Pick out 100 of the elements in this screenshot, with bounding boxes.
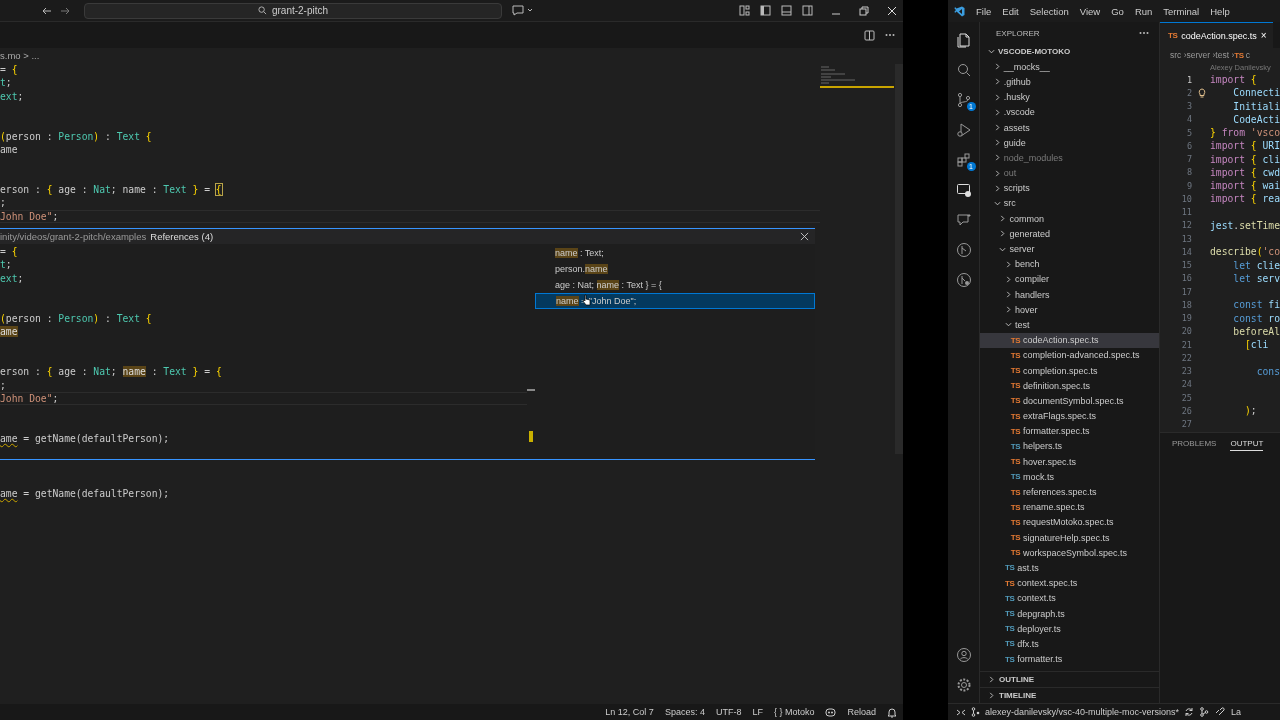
menu-item[interactable]: File <box>976 5 992 17</box>
explorer-folder[interactable]: bench <box>980 256 1159 272</box>
search-icon[interactable] <box>955 62 972 78</box>
explorer-source[interactable]: TS codeAction.spec.ts <box>980 332 1159 348</box>
layout-icon[interactable] <box>739 5 750 16</box>
explorer-folder[interactable]: generated <box>980 226 1159 242</box>
explorer-source[interactable]: TS definition.spec.ts <box>980 378 1159 394</box>
panel-tab[interactable]: OUTPUT <box>1230 439 1264 451</box>
explorer-source[interactable]: TS references.spec.ts <box>980 484 1159 500</box>
branch-history-icon[interactable] <box>955 272 972 288</box>
explorer-source[interactable]: TS mock.ts <box>980 469 1159 485</box>
status-item[interactable]: { } Motoko <box>773 707 815 717</box>
restore-icon[interactable] <box>859 5 869 16</box>
explorer-source[interactable]: TS rename.spec.ts <box>980 499 1159 515</box>
breadcrumb[interactable]: src ›server ›test ›TS c <box>1160 48 1280 62</box>
explorer-source[interactable]: TS helpers.ts <box>980 438 1159 455</box>
explorer-source[interactable]: TS depgraph.ts <box>980 605 1159 622</box>
more-icon[interactable] <box>1139 31 1149 35</box>
sync-icon[interactable] <box>1184 707 1195 717</box>
menu-item[interactable]: Run <box>1134 5 1153 17</box>
run-debug-icon[interactable] <box>955 122 972 138</box>
explorer-folder[interactable]: assets <box>980 119 1159 136</box>
explorer-folder[interactable]: node_modules <box>980 150 1159 166</box>
explorer-folder[interactable]: VSCODE-MOTOKO <box>980 44 1159 60</box>
menu-item[interactable]: Help <box>1210 5 1230 17</box>
explorer-source[interactable]: TS completion.spec.ts <box>980 362 1159 379</box>
branch-icon[interactable] <box>971 707 980 717</box>
split-editor-icon[interactable] <box>864 29 875 41</box>
breadcrumb[interactable]: s.mo > ... <box>0 48 820 63</box>
explorer-source[interactable]: TS dfx.ts <box>980 636 1159 652</box>
explorer-folder[interactable]: guide <box>980 135 1159 151</box>
remote-icon[interactable] <box>956 707 966 717</box>
extensions-icon[interactable] <box>955 152 972 168</box>
explorer-source[interactable]: TS context.spec.ts <box>980 575 1159 591</box>
menu-item[interactable]: Edit <box>1002 5 1019 17</box>
status-item[interactable]: Spaces: 4 <box>664 707 705 717</box>
search-field[interactable]: grant-2-pitch <box>84 2 502 19</box>
menu-item[interactable]: View <box>1079 5 1101 17</box>
panel-toggle-icon[interactable] <box>781 5 792 16</box>
source-control-icon[interactable] <box>955 92 972 108</box>
explorer-folder[interactable]: __mocks__ <box>980 59 1159 75</box>
reference-item[interactable]: person.name <box>535 261 815 278</box>
close-icon[interactable] <box>887 5 897 16</box>
sidebar-toggle-icon[interactable] <box>760 5 771 16</box>
explorer-source[interactable]: TS workspaceSymbol.spec.ts <box>980 545 1159 561</box>
explorer-source[interactable]: TS context.ts <box>980 590 1159 606</box>
files-icon[interactable] <box>955 32 972 48</box>
explorer-folder[interactable]: hover <box>980 302 1159 318</box>
explorer-folder[interactable]: test <box>980 317 1159 333</box>
remote-explorer-icon[interactable] <box>955 182 972 198</box>
reference-item[interactable]: age : Nat; name : Text } = { <box>535 277 815 294</box>
chat-icon[interactable] <box>955 212 972 228</box>
split-toggle-icon[interactable] <box>802 5 813 16</box>
explorer-folder[interactable]: handlers <box>980 287 1159 303</box>
branch-name[interactable]: alexey-danilevsky/vsc-40-multiple-moc-versions* <box>985 707 1180 717</box>
forward-arrow-icon[interactable] <box>60 5 70 16</box>
explorer-folder[interactable]: compiler <box>980 271 1159 287</box>
git-graph-icon[interactable] <box>955 242 972 258</box>
explorer-source[interactable]: TS requestMotoko.spec.ts <box>980 514 1159 530</box>
close-icon[interactable] <box>800 232 809 242</box>
settings-icon[interactable] <box>955 677 972 693</box>
explorer-folder[interactable]: out <box>980 165 1159 181</box>
status-item[interactable]: LF <box>752 707 763 717</box>
copilot-icon[interactable] <box>825 707 837 717</box>
status-item[interactable]: UTF-8 <box>715 707 742 717</box>
explorer-folder[interactable]: src <box>980 195 1159 212</box>
account-icon[interactable] <box>955 647 972 663</box>
explorer-source[interactable]: TS extraFlags.spec.ts <box>980 408 1159 424</box>
explorer-folder[interactable]: .husky <box>980 89 1159 105</box>
status-item[interactable]: Ln 12, Col 7 <box>605 707 654 717</box>
status-item[interactable]: Reload <box>847 707 876 717</box>
lightbulb-icon[interactable] <box>1198 88 1206 99</box>
explorer-source[interactable]: TS completion-advanced.spec.ts <box>980 347 1159 363</box>
explorer-source[interactable]: TS formatter.ts <box>980 651 1159 667</box>
explorer-source[interactable]: TS hover.spec.ts <box>980 454 1159 470</box>
explorer-source[interactable]: TS signatureHelp.spec.ts <box>980 530 1159 546</box>
panel-tab[interactable]: PROBLEMS <box>1172 439 1217 450</box>
explorer-source[interactable]: TS formatter.spec.ts <box>980 423 1159 439</box>
more-icon[interactable] <box>885 33 895 37</box>
menu-item[interactable]: Go <box>1111 5 1124 17</box>
graph-icon[interactable] <box>1199 707 1210 717</box>
app-logo-icon[interactable] <box>954 5 965 17</box>
explorer-folder[interactable]: server <box>980 241 1159 257</box>
explorer-folder[interactable]: .vscode <box>980 104 1159 120</box>
bell-icon[interactable] <box>887 706 897 718</box>
status-item[interactable]: La <box>1231 707 1242 717</box>
explorer-folder[interactable]: common <box>980 211 1159 227</box>
explorer-folder[interactable]: .github <box>980 74 1159 90</box>
link-icon[interactable] <box>1214 707 1227 717</box>
editor-tab[interactable]: TS codeAction.spec.ts × <box>1160 22 1273 48</box>
back-arrow-icon[interactable] <box>42 5 52 16</box>
explorer-source[interactable]: TS deployer.ts <box>980 621 1159 637</box>
reference-item[interactable]: name : Text; <box>535 245 815 262</box>
explorer-folder[interactable]: scripts <box>980 180 1159 196</box>
chat-icon[interactable] <box>512 5 534 16</box>
explorer-source[interactable]: TS ast.ts <box>980 560 1159 576</box>
menu-item[interactable]: Terminal <box>1163 5 1200 17</box>
explorer-source[interactable]: TS documentSymbol.spec.ts <box>980 393 1159 409</box>
menu-item[interactable]: Selection <box>1029 5 1069 17</box>
scrollbar[interactable] <box>895 64 903 454</box>
